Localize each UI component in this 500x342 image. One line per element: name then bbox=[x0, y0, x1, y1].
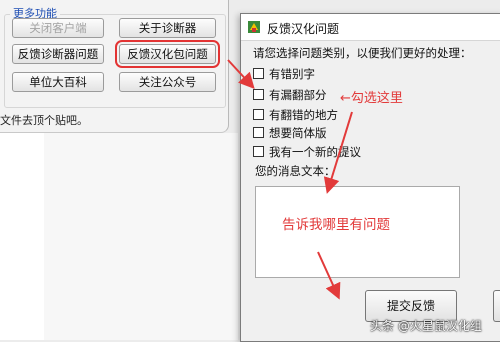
footnote-text: 文件去顶个贴吧。 bbox=[0, 114, 88, 127]
category-prompt: 请您选择问题类别，以便我们更好的处理： bbox=[253, 46, 472, 60]
unit-encyclopedia-button[interactable]: 单位大百科 bbox=[12, 72, 104, 92]
feedback-dialog: 反馈汉化问题 请您选择问题类别，以便我们更好的处理： 有错别字 有漏翻部分 有翻… bbox=[240, 13, 500, 342]
option-simplified-label: 想要简体版 bbox=[269, 126, 327, 140]
option-typo-label: 有错别字 bbox=[269, 67, 315, 81]
textarea-placeholder-annotation: 告诉我哪里有问题 bbox=[282, 217, 390, 233]
diagnostics-window: 更多功能 关闭客户端 关于诊断器 反馈诊断器问题 反馈汉化包问题 单位大百科 关… bbox=[0, 0, 229, 133]
dialog-title: 反馈汉化问题 bbox=[267, 22, 340, 36]
close-client-button[interactable]: 关闭客户端 bbox=[12, 18, 104, 38]
app-icon bbox=[248, 21, 260, 33]
watermark: 头条 @火星鼠汉化组 bbox=[370, 319, 482, 333]
about-diagnostics-button[interactable]: 关于诊断器 bbox=[119, 18, 216, 38]
follow-official-button[interactable]: 关注公众号 bbox=[119, 72, 216, 92]
option-simplified-checkbox[interactable] bbox=[253, 127, 264, 138]
option-wrong-translation-checkbox[interactable] bbox=[253, 109, 264, 120]
callout-check-here: ←勾选这里 bbox=[340, 91, 403, 106]
feedback-localization-button[interactable]: 反馈汉化包问题 bbox=[115, 40, 220, 68]
message-label: 您的消息文本： bbox=[255, 164, 336, 178]
background-margin bbox=[0, 133, 44, 340]
option-suggestion-label: 我有一个新的提议 bbox=[269, 145, 361, 159]
option-missing-translation-label: 有漏翻部分 bbox=[269, 88, 327, 102]
option-missing-translation-checkbox[interactable] bbox=[253, 89, 264, 100]
option-typo-checkbox[interactable] bbox=[253, 68, 264, 79]
option-suggestion-checkbox[interactable] bbox=[253, 146, 264, 157]
cancel-button-partial[interactable] bbox=[493, 290, 500, 322]
feedback-diagnostics-button[interactable]: 反馈诊断器问题 bbox=[12, 44, 104, 64]
option-wrong-translation-label: 有翻错的地方 bbox=[269, 108, 338, 122]
